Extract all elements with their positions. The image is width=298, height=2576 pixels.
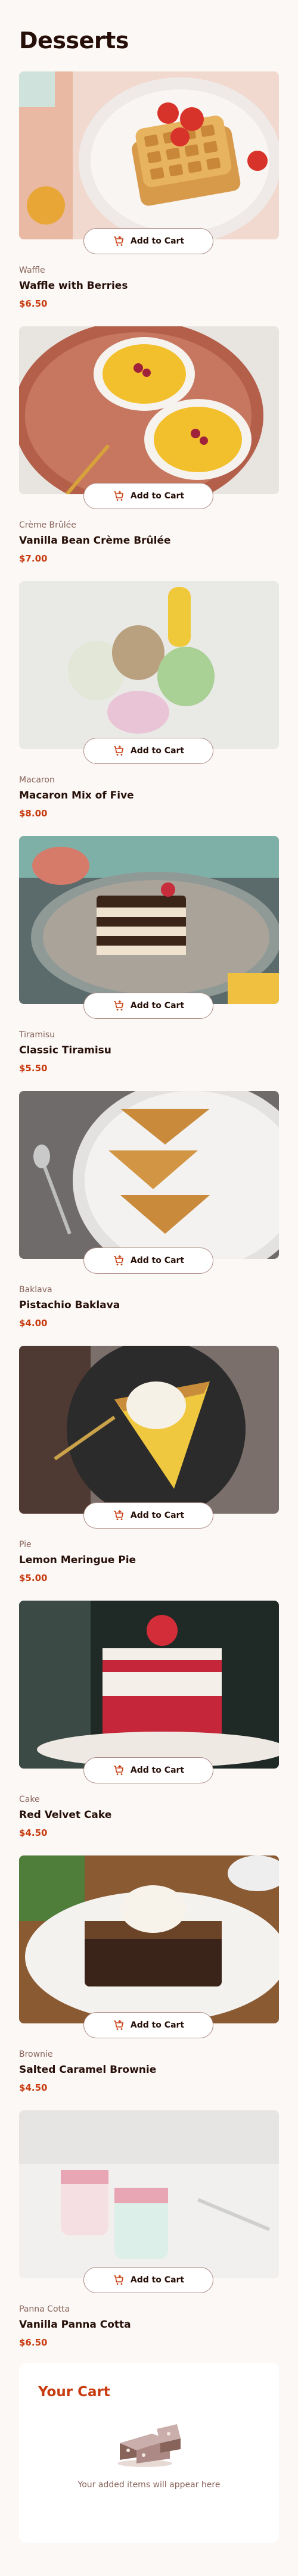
product-name: Classic Tiramisu	[19, 1044, 111, 1057]
add-to-cart-button[interactable]: Add to Cart	[83, 1247, 213, 1274]
product-price: $5.00	[19, 1572, 48, 1583]
product-image: Add to Cart	[19, 835, 279, 1019]
product-name: Pistachio Baklava	[19, 1299, 120, 1312]
product-image: Add to Cart	[19, 1090, 279, 1274]
product-price: $7.00	[19, 553, 48, 564]
product-image: Add to Cart	[19, 71, 279, 254]
cart-panel: Your Cart Your added items will appear h…	[19, 2362, 279, 2543]
product-image: Add to Cart	[19, 581, 279, 764]
add-to-cart-label: Add to Cart	[130, 1000, 185, 1011]
waffle-photo-icon	[19, 71, 279, 239]
product-name: Lemon Meringue Pie	[19, 1554, 136, 1567]
product-name: Vanilla Bean Crème Brûlée	[19, 535, 171, 547]
add-to-cart-icon	[113, 490, 123, 501]
product-category: Panna Cotta	[19, 2304, 70, 2314]
product-card: Add to Cart Waffle Waffle with Berries $…	[19, 71, 279, 326]
product-name: Red Velvet Cake	[19, 1809, 112, 1822]
product-image: Add to Cart	[19, 1345, 279, 1529]
add-to-cart-button[interactable]: Add to Cart	[83, 2266, 213, 2293]
product-card: Add to Cart Tiramisu Classic Tiramisu $5…	[19, 835, 279, 1091]
cart-empty-message: Your added items will appear here	[77, 2480, 221, 2490]
empty-cake-illustration-icon	[117, 2424, 181, 2468]
product-image: Add to Cart	[19, 1600, 279, 1783]
add-to-cart-button[interactable]: Add to Cart	[83, 1757, 213, 1783]
add-to-cart-label: Add to Cart	[130, 1510, 185, 1520]
product-list: Add to Cart Waffle Waffle with Berries $…	[19, 71, 279, 2365]
add-to-cart-button[interactable]: Add to Cart	[83, 992, 213, 1019]
product-card: Add to Cart Cake Red Velvet Cake $4.50	[19, 1600, 279, 1855]
cart-title: Your Cart	[38, 2384, 110, 2400]
add-to-cart-button[interactable]: Add to Cart	[83, 2011, 213, 2038]
product-card: Add to Cart Brownie Salted Caramel Brown…	[19, 1855, 279, 2110]
product-category: Waffle	[19, 265, 45, 275]
add-to-cart-icon	[113, 235, 123, 246]
product-name: Salted Caramel Brownie	[19, 2064, 157, 2076]
add-to-cart-label: Add to Cart	[130, 1765, 185, 1775]
product-category: Pie	[19, 1539, 32, 1549]
product-category: Crème Brûlée	[19, 520, 76, 530]
tiramisu-photo-icon	[19, 835, 279, 1004]
add-to-cart-button[interactable]: Add to Cart	[83, 227, 213, 254]
add-to-cart-label: Add to Cart	[130, 1255, 185, 1265]
add-to-cart-icon	[113, 1510, 123, 1520]
add-to-cart-icon	[113, 2019, 123, 2030]
product-image: Add to Cart	[19, 2110, 279, 2293]
product-category: Macaron	[19, 775, 55, 785]
product-price: $4.00	[19, 1317, 48, 1328]
pie-photo-icon	[19, 1345, 279, 1514]
product-category: Baklava	[19, 1284, 52, 1295]
cake-photo-icon	[19, 1600, 279, 1769]
product-card: Add to Cart Baklava Pistachio Baklava $4…	[19, 1090, 279, 1346]
add-to-cart-icon	[113, 1000, 123, 1011]
add-to-cart-icon	[113, 1255, 123, 1265]
desserts-page: Desserts Add to Cart Waffle Waffle with …	[0, 0, 298, 2543]
creme-brulee-photo-icon	[19, 326, 279, 494]
product-price: $4.50	[19, 1827, 48, 1838]
product-category: Cake	[19, 1794, 40, 1804]
product-price: $8.00	[19, 807, 48, 819]
add-to-cart-label: Add to Cart	[130, 2275, 185, 2285]
product-card: Add to Cart Macaron Macaron Mix of Five …	[19, 581, 279, 836]
baklava-photo-icon	[19, 1090, 279, 1259]
add-to-cart-icon	[113, 1764, 123, 1775]
product-image: Add to Cart	[19, 326, 279, 509]
add-to-cart-label: Add to Cart	[130, 746, 185, 756]
product-category: Tiramisu	[19, 1030, 55, 1040]
product-card: Add to Cart Panna Cotta Vanilla Panna Co…	[19, 2110, 279, 2365]
product-price: $4.50	[19, 2082, 48, 2093]
panna-cotta-photo-icon	[19, 2110, 279, 2278]
product-image: Add to Cart	[19, 1855, 279, 2038]
add-to-cart-label: Add to Cart	[130, 491, 185, 501]
add-to-cart-button[interactable]: Add to Cart	[83, 1502, 213, 1529]
add-to-cart-icon	[113, 745, 123, 756]
product-name: Vanilla Panna Cotta	[19, 2319, 131, 2331]
product-price: $6.50	[19, 2337, 48, 2348]
brownie-photo-icon	[19, 1855, 279, 2023]
add-to-cart-label: Add to Cart	[130, 2020, 185, 2030]
product-card: Add to Cart Pie Lemon Meringue Pie $5.00	[19, 1345, 279, 1601]
product-name: Waffle with Berries	[19, 280, 128, 292]
macaron-photo-icon	[19, 581, 279, 749]
page-title: Desserts	[19, 27, 129, 54]
add-to-cart-label: Add to Cart	[130, 236, 185, 246]
product-price: $5.50	[19, 1062, 48, 1074]
product-price: $6.50	[19, 298, 48, 309]
product-name: Macaron Mix of Five	[19, 790, 134, 802]
add-to-cart-button[interactable]: Add to Cart	[83, 737, 213, 764]
product-card: Add to Cart Crème Brûlée Vanilla Bean Cr…	[19, 326, 279, 581]
product-category: Brownie	[19, 2049, 53, 2059]
add-to-cart-button[interactable]: Add to Cart	[83, 482, 213, 509]
add-to-cart-icon	[113, 2274, 123, 2285]
